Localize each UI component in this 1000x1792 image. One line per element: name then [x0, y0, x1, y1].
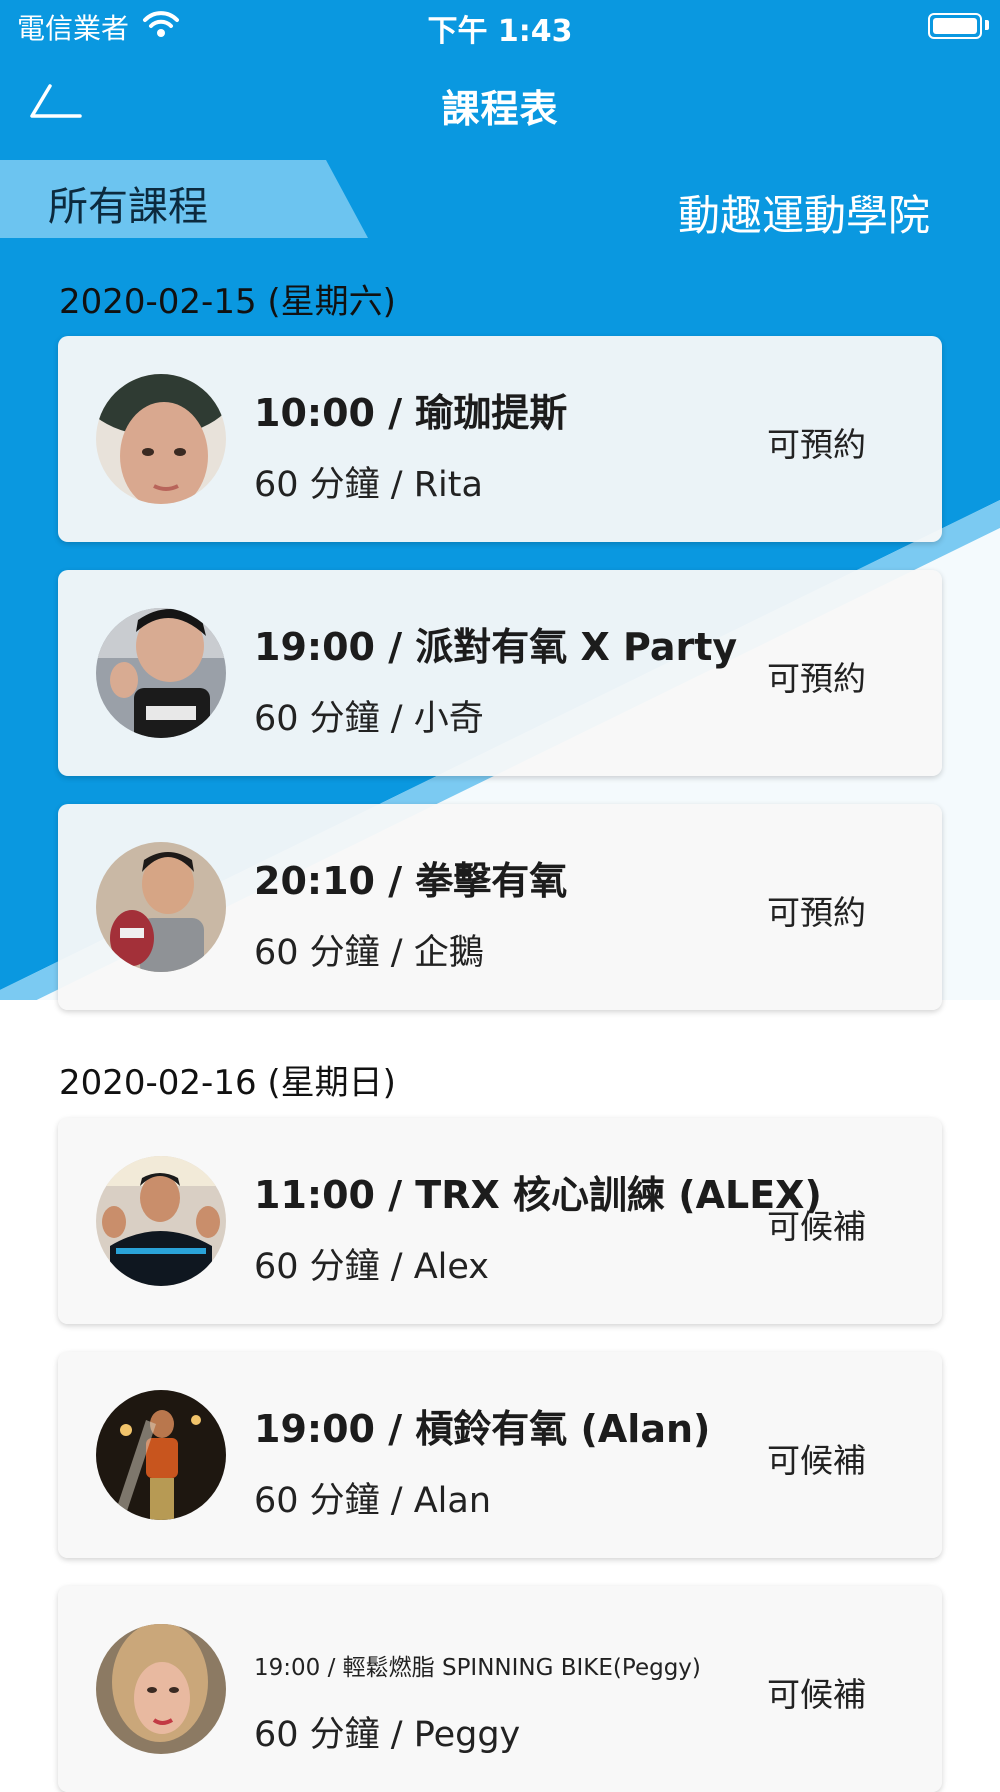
- class-title: 19:00 / 派對有氧 X Party: [254, 625, 738, 669]
- class-card[interactable]: 10:00 / 瑜珈提斯 60 分鐘 / Rita 可預約: [58, 336, 942, 542]
- avatar: [96, 1156, 226, 1286]
- avatar: [96, 374, 226, 504]
- class-subtitle: 60 分鐘 / Alan: [254, 1481, 492, 1521]
- class-card[interactable]: 11:00 / TRX 核心訓練 (ALEX) 60 分鐘 / Alex 可候補: [58, 1118, 942, 1324]
- class-subtitle: 60 分鐘 / 小奇: [254, 699, 484, 739]
- class-card[interactable]: 20:10 / 拳擊有氧 60 分鐘 / 企鵝 可預約: [58, 804, 942, 1010]
- class-status[interactable]: 可候補: [767, 1668, 866, 1716]
- date-header: 2020-02-15 (星期六): [59, 282, 396, 322]
- class-status[interactable]: 可候補: [767, 1434, 866, 1482]
- battery-tip: [985, 20, 989, 30]
- class-title: 11:00 / TRX 核心訓練 (ALEX): [254, 1173, 822, 1217]
- class-subtitle: 60 分鐘 / Peggy: [254, 1715, 521, 1755]
- class-subtitle: 60 分鐘 / Alex: [254, 1247, 490, 1287]
- class-title: 19:00 / 輕鬆燃脂 SPINNING BIKE(Peggy): [254, 1655, 701, 1681]
- class-status[interactable]: 可候補: [767, 1200, 866, 1248]
- class-status[interactable]: 可預約: [767, 652, 866, 700]
- avatar: [96, 1390, 226, 1520]
- class-subtitle: 60 分鐘 / Rita: [254, 465, 483, 505]
- class-card[interactable]: 19:00 / 槓鈴有氧 (Alan) 60 分鐘 / Alan 可候補: [58, 1352, 942, 1558]
- class-title: 20:10 / 拳擊有氧: [254, 859, 568, 903]
- class-status[interactable]: 可預約: [767, 886, 866, 934]
- avatar: [96, 842, 226, 972]
- nav-bar: 課程表: [0, 60, 1000, 140]
- class-card[interactable]: 19:00 / 派對有氧 X Party 60 分鐘 / 小奇 可預約: [58, 570, 942, 776]
- class-status[interactable]: 可預約: [767, 418, 866, 466]
- battery-icon: [928, 13, 982, 39]
- avatar: [96, 1624, 226, 1754]
- class-title: 10:00 / 瑜珈提斯: [254, 391, 568, 435]
- venue-name[interactable]: 動趣運動學院: [678, 182, 930, 243]
- class-title: 19:00 / 槓鈴有氧 (Alan): [254, 1407, 711, 1451]
- status-bar: 電信業者 下午 1:43: [0, 0, 1000, 50]
- date-header: 2020-02-16 (星期日): [59, 1063, 396, 1103]
- class-card[interactable]: 19:00 / 輕鬆燃脂 SPINNING BIKE(Peggy) 60 分鐘 …: [58, 1586, 942, 1792]
- tab-all-classes-label[interactable]: 所有課程: [48, 174, 208, 232]
- avatar: [96, 608, 226, 738]
- status-time: 下午 1:43: [427, 14, 573, 49]
- class-subtitle: 60 分鐘 / 企鵝: [254, 933, 484, 973]
- page-title: 課程表: [441, 87, 559, 131]
